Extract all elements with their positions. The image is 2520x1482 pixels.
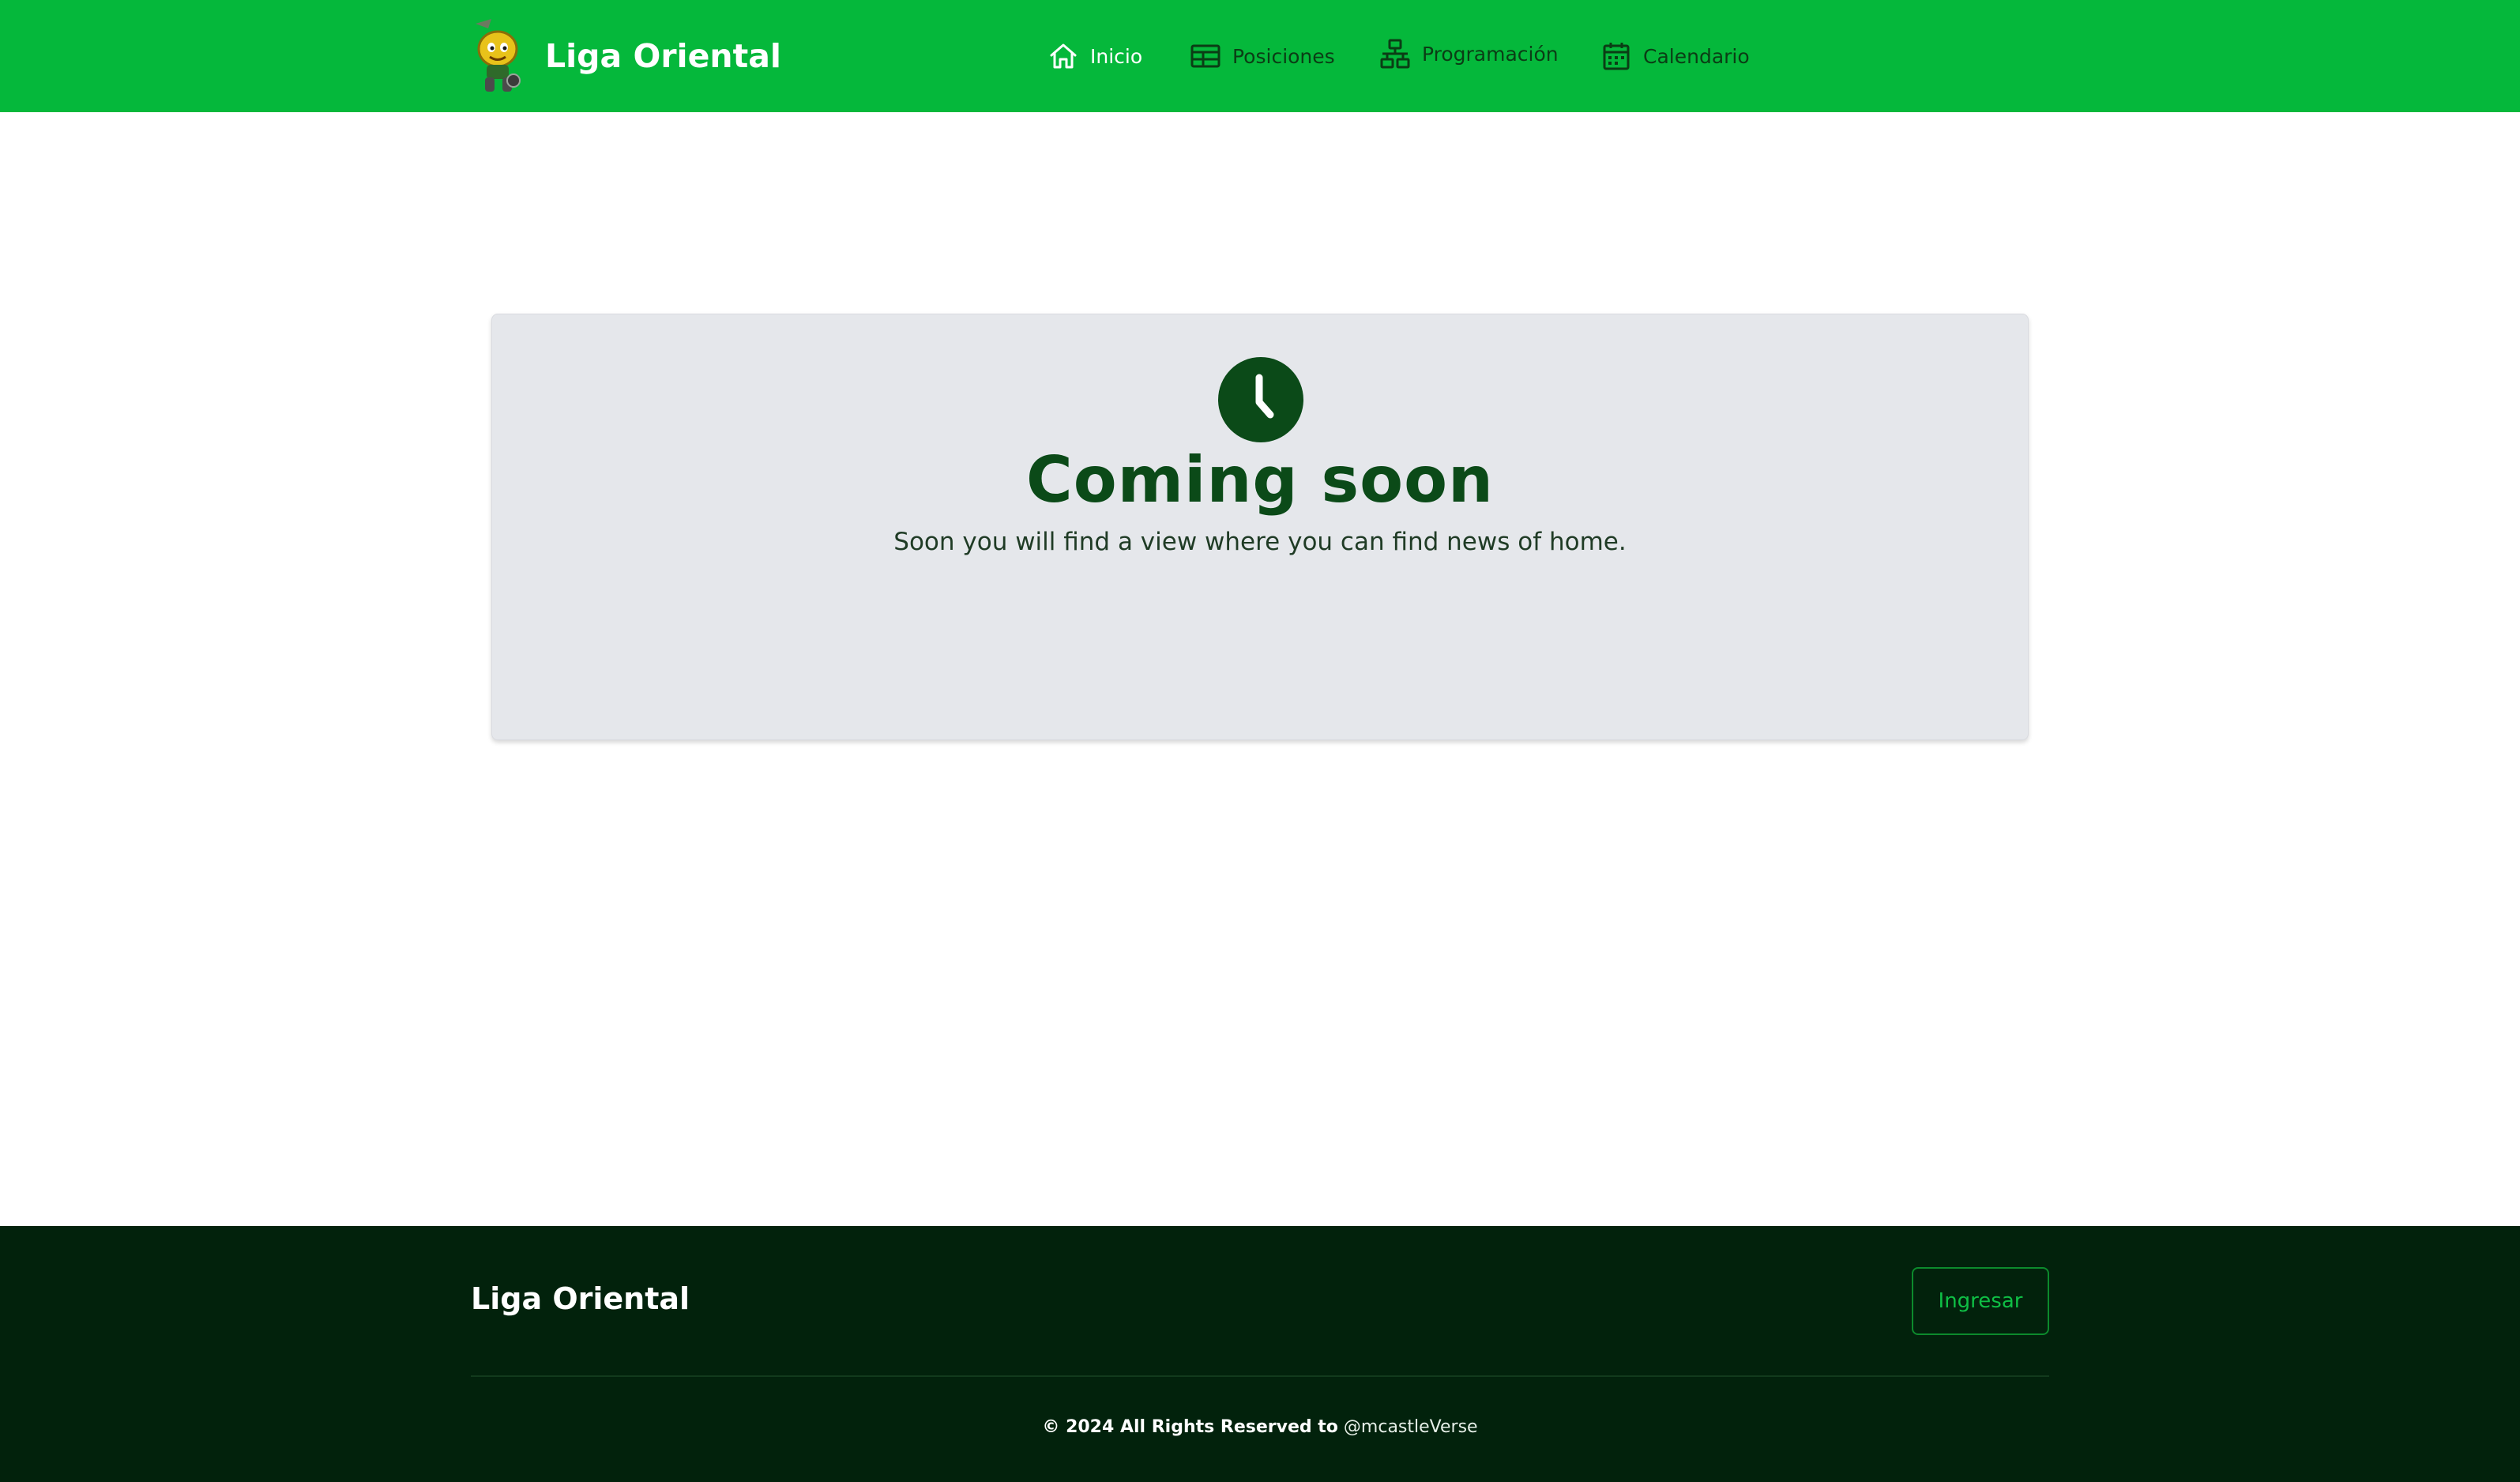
nav-item-inicio[interactable]: Inicio	[1047, 38, 1142, 74]
nav-item-calendario[interactable]: Calendario	[1600, 38, 1750, 74]
copyright-label: © 2024 All Rights Reserved to	[1042, 1417, 1338, 1437]
home-icon	[1050, 43, 1077, 69]
copyright-text: © 2024 All Rights Reserved to @mcastleVe…	[0, 1417, 2520, 1437]
nav-label-programacion: Programación	[1422, 42, 1559, 66]
coming-soon-title: Coming soon	[1025, 443, 1494, 517]
footer-brand[interactable]: Liga Oriental	[471, 1281, 690, 1316]
login-button[interactable]: Ingresar	[1912, 1267, 2049, 1335]
footer-divider	[471, 1375, 2049, 1377]
nav-label-calendario: Calendario	[1643, 44, 1750, 68]
coming-soon-text: Soon you will find a view where you can …	[893, 528, 1627, 556]
nav-label-inicio: Inicio	[1090, 44, 1143, 68]
top-navbar: Liga Oriental Inicio Posiciones Programa…	[0, 0, 2520, 112]
calendar-icon	[1603, 43, 1630, 70]
sitemap-icon	[1380, 39, 1410, 69]
site-footer: Liga Oriental Ingresar © 2024 All Rights…	[0, 1226, 2520, 1482]
main-content: Coming soon Soon you will find a view wh…	[0, 112, 2520, 1226]
nav-label-posiciones: Posiciones	[1232, 44, 1335, 68]
table-icon	[1190, 44, 1221, 68]
main-nav: Inicio Posiciones Programación Calendari…	[0, 0, 2520, 112]
nav-item-programacion[interactable]: Programación	[1379, 36, 1559, 72]
coming-soon-card: Coming soon Soon you will find a view wh…	[491, 314, 2029, 740]
author-handle-link[interactable]: @mcastleVerse	[1344, 1417, 1478, 1437]
clock-icon	[1218, 357, 1303, 442]
nav-item-posiciones[interactable]: Posiciones	[1190, 38, 1335, 74]
